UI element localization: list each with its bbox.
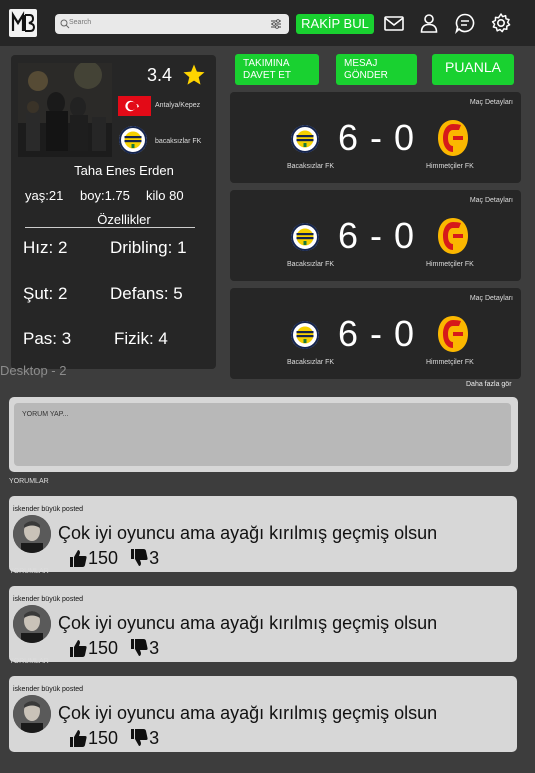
invite-to-team-button[interactable]: TAKIMINA DAVET ET bbox=[235, 54, 319, 85]
match-card: Maç Detayları 6 - 0 Bacaksızlar FK Himme… bbox=[230, 92, 521, 183]
player-weight: kilo 80 bbox=[146, 188, 184, 203]
player-rating: 3.4 bbox=[147, 65, 173, 85]
home-team-badge-icon bbox=[291, 223, 319, 251]
comment-item: iskender büyük posted Çok iyi oyuncu ama… bbox=[9, 676, 517, 752]
match-card: Maç Detayları 6 - 0 Bacaksızlar FK Himme… bbox=[230, 288, 521, 379]
features-divider bbox=[25, 227, 195, 228]
player-profile-card: 3.4 Antalya/Kepez bacaksızlar FK Taha En… bbox=[11, 55, 216, 369]
stat-dribbling: Dribling: 1 bbox=[110, 238, 187, 257]
message-label-line1: MESAJ bbox=[344, 58, 378, 69]
stat-pass: Pas: 3 bbox=[23, 329, 72, 348]
thumbs-up-icon[interactable] bbox=[68, 638, 88, 658]
like-count: 150 bbox=[88, 637, 119, 658]
mail-icon[interactable] bbox=[383, 12, 405, 34]
comment-text: Çok iyi oyuncu ama ayağı kırılmış geçmiş… bbox=[58, 613, 438, 633]
stat-shot: Şut: 2 bbox=[23, 284, 68, 303]
match-score: 6 - 0 bbox=[338, 313, 416, 354]
comment-item: iskender büyük posted Çok iyi oyuncu ama… bbox=[9, 496, 517, 572]
comment-composer: YORUM YAP... bbox=[9, 397, 518, 472]
comment-placeholder: YORUM YAP... bbox=[22, 411, 69, 418]
message-label-line2: GÖNDER bbox=[344, 70, 388, 81]
away-team-badge-icon bbox=[438, 120, 468, 156]
thumbs-down-icon[interactable] bbox=[129, 728, 149, 748]
gear-icon[interactable] bbox=[490, 12, 512, 34]
user-icon[interactable] bbox=[418, 12, 440, 34]
comment-reactions: 150 3 bbox=[68, 547, 159, 571]
like-count: 150 bbox=[88, 547, 119, 568]
match-score: 6 - 0 bbox=[338, 215, 416, 256]
stat-physical: Fizik: 4 bbox=[114, 329, 168, 348]
match-card: Maç Detayları 6 - 0 Bacaksızlar FK Himme… bbox=[230, 190, 521, 281]
comment-input[interactable]: YORUM YAP... bbox=[14, 403, 511, 466]
comment-reactions: 150 3 bbox=[68, 727, 159, 751]
star-icon bbox=[183, 64, 205, 85]
player-photo bbox=[18, 63, 112, 157]
app-logo[interactable] bbox=[9, 9, 37, 37]
comment-text: Çok iyi oyuncu ama ayağı kırılmış geçmiş… bbox=[58, 703, 438, 723]
search-bar[interactable]: Search bbox=[55, 14, 289, 34]
avatar[interactable] bbox=[13, 695, 51, 733]
home-team-badge-icon bbox=[291, 125, 319, 153]
like-count: 150 bbox=[88, 727, 119, 748]
find-opponent-button[interactable]: RAKİP BUL bbox=[296, 14, 374, 34]
comment-author: iskender büyük posted bbox=[13, 506, 84, 513]
home-team-name: Bacaksızlar FK bbox=[287, 163, 335, 170]
away-team-name: Himmetçiler FK bbox=[426, 261, 474, 268]
dislike-count: 3 bbox=[149, 547, 160, 568]
thumbs-up-icon[interactable] bbox=[68, 728, 88, 748]
stat-speed: Hız: 2 bbox=[23, 238, 68, 257]
search-placeholder: Search bbox=[69, 19, 92, 26]
thumbs-down-icon[interactable] bbox=[129, 548, 149, 568]
player-age: yaş:21 bbox=[25, 188, 64, 203]
frame-label: Desktop - 2 bbox=[0, 363, 67, 378]
comments-label: YORUMLAR bbox=[9, 568, 49, 575]
rate-button[interactable]: PUANLA bbox=[432, 54, 514, 85]
away-team-name: Himmetçiler FK bbox=[426, 163, 474, 170]
filter-icon[interactable] bbox=[270, 18, 282, 30]
comments-label: YORUMLAR bbox=[9, 478, 49, 485]
invite-label-line1: TAKIMINA bbox=[243, 58, 290, 69]
send-message-button[interactable]: MESAJ GÖNDER bbox=[336, 54, 417, 85]
away-team-badge-icon bbox=[438, 218, 468, 254]
home-team-name: Bacaksızlar FK bbox=[287, 261, 335, 268]
match-details-link[interactable]: Maç Detayları bbox=[470, 295, 513, 302]
match-details-link[interactable]: Maç Detayları bbox=[470, 99, 513, 106]
comment-author: iskender büyük posted bbox=[13, 686, 84, 693]
dislike-count: 3 bbox=[149, 727, 160, 748]
home-team-name: Bacaksızlar FK bbox=[287, 359, 335, 366]
comment-item: iskender büyük posted Çok iyi oyuncu ama… bbox=[9, 586, 517, 662]
player-height: boy:1.75 bbox=[80, 188, 130, 203]
features-title: Özellikler bbox=[97, 212, 151, 227]
turkey-flag-icon bbox=[118, 96, 151, 116]
stat-defense: Defans: 5 bbox=[110, 284, 183, 303]
away-team-name: Himmetçiler FK bbox=[426, 359, 474, 366]
match-score: 6 - 0 bbox=[338, 117, 416, 158]
player-location: Antalya/Kepez bbox=[155, 102, 201, 109]
top-navbar: Search RAKİP BUL bbox=[0, 0, 535, 46]
dislike-count: 3 bbox=[149, 637, 160, 658]
player-club: bacaksızlar FK bbox=[155, 138, 202, 145]
match-details-link[interactable]: Maç Detayları bbox=[470, 197, 513, 204]
away-team-badge-icon bbox=[438, 316, 468, 352]
club-badge-icon[interactable] bbox=[118, 125, 148, 155]
avatar[interactable] bbox=[13, 515, 51, 553]
home-team-badge-icon bbox=[291, 321, 319, 349]
avatar[interactable] bbox=[13, 605, 51, 643]
comment-reactions: 150 3 bbox=[68, 637, 159, 661]
comment-text: Çok iyi oyuncu ama ayağı kırılmış geçmiş… bbox=[58, 523, 438, 543]
thumbs-down-icon[interactable] bbox=[129, 638, 149, 658]
player-name: Taha Enes Erden bbox=[74, 163, 174, 178]
thumbs-up-icon[interactable] bbox=[68, 548, 88, 568]
comment-author: iskender büyük posted bbox=[13, 596, 84, 603]
invite-label-line2: DAVET ET bbox=[243, 70, 291, 81]
see-more-link[interactable]: Daha fazla gör bbox=[466, 381, 512, 388]
chat-icon[interactable] bbox=[454, 12, 476, 34]
comments-label: YORUMLAR bbox=[9, 658, 49, 665]
logo-mark-icon bbox=[11, 11, 36, 32]
